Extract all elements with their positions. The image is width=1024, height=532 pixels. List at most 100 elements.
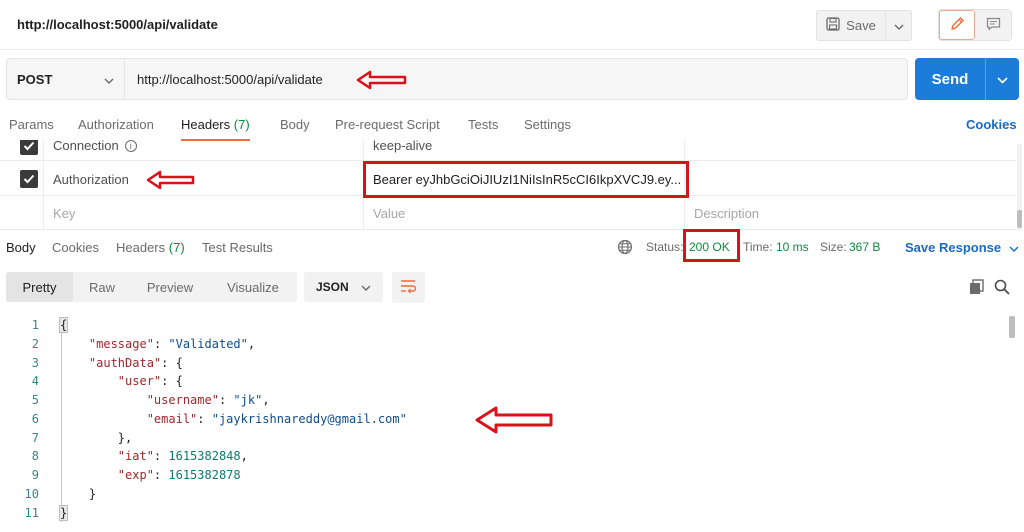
request-title[interactable]: http://localhost:5000/api/validate bbox=[17, 17, 218, 32]
value-placeholder[interactable]: Value bbox=[373, 206, 405, 221]
json-key: "exp" bbox=[117, 468, 154, 482]
tab-response-body[interactable]: Body bbox=[6, 240, 36, 255]
annotation-arrow-url bbox=[356, 70, 408, 93]
json-number: 1615382848 bbox=[168, 449, 241, 463]
headers-scrollbar-thumb[interactable] bbox=[1017, 210, 1022, 228]
time-label: Time: bbox=[743, 240, 773, 254]
annotation-box-token bbox=[363, 161, 689, 198]
send-button[interactable]: Send bbox=[915, 58, 985, 100]
response-body-code[interactable]: 1 2 3 4 5 6 7 8 9 10 11 { "message": "Va… bbox=[0, 314, 1010, 532]
view-preview-button[interactable]: Preview bbox=[131, 272, 209, 302]
tab-response-headers-label: Headers bbox=[116, 240, 166, 255]
save-dropdown-button[interactable] bbox=[886, 10, 912, 41]
description-placeholder[interactable]: Description bbox=[694, 206, 759, 221]
json-key: "message" bbox=[88, 337, 154, 351]
header-row-checkbox[interactable] bbox=[20, 140, 38, 155]
tab-response-cookies[interactable]: Cookies bbox=[52, 240, 99, 255]
code-scrollbar-thumb[interactable] bbox=[1009, 316, 1015, 338]
line-number: 7 bbox=[31, 431, 39, 445]
view-visualize-button[interactable]: Visualize bbox=[209, 272, 297, 302]
size-value[interactable]: 367 B bbox=[849, 240, 880, 254]
info-icon[interactable]: i bbox=[124, 140, 137, 152]
view-mode-segmented: Pretty Raw Preview Visualize bbox=[6, 272, 297, 302]
json-key: "authData" bbox=[88, 356, 162, 370]
code-line: "user": { bbox=[117, 374, 183, 388]
send-dropdown-button[interactable] bbox=[985, 58, 1019, 100]
tab-prerequest-script[interactable]: Pre-request Script bbox=[335, 117, 440, 132]
tab-response-headers[interactable]: Headers (7) bbox=[116, 240, 185, 255]
line-number: 4 bbox=[31, 374, 39, 388]
tab-settings[interactable]: Settings bbox=[524, 117, 571, 132]
request-tabs: Params Authorization Headers (7) Body Pr… bbox=[0, 113, 1024, 143]
key-placeholder[interactable]: Key bbox=[53, 206, 75, 221]
tab-params[interactable]: Params bbox=[9, 117, 54, 132]
line-number: 11 bbox=[24, 506, 39, 520]
header-key-authorization[interactable]: Authorization bbox=[53, 172, 129, 187]
code-line: "email": "jaykrishnareddy@gmail.com" bbox=[146, 412, 407, 426]
wrap-lines-button[interactable] bbox=[392, 272, 425, 303]
header-row-checkbox[interactable] bbox=[20, 170, 38, 188]
json-key: "email" bbox=[146, 412, 198, 426]
view-pretty-button[interactable]: Pretty bbox=[6, 272, 73, 302]
tab-headers-label: Headers bbox=[181, 117, 231, 132]
tab-tests[interactable]: Tests bbox=[468, 117, 498, 132]
tab-authorization[interactable]: Authorization bbox=[78, 117, 154, 132]
view-raw-button[interactable]: Raw bbox=[73, 272, 131, 302]
save-button[interactable]: Save bbox=[816, 10, 886, 41]
code-line: "exp": 1615382878 bbox=[117, 468, 241, 482]
tab-headers[interactable]: Headers (7) bbox=[181, 117, 250, 141]
globe-icon[interactable] bbox=[617, 239, 633, 258]
code-line: }, bbox=[60, 431, 133, 445]
language-label: JSON bbox=[316, 280, 349, 294]
tab-body[interactable]: Body bbox=[280, 117, 310, 132]
view-mode-toggle bbox=[938, 9, 1012, 41]
table-row-placeholder: Key Value Description bbox=[0, 196, 1016, 230]
chevron-down-icon bbox=[894, 18, 904, 33]
line-number: 2 bbox=[31, 337, 39, 351]
table-row: Connection i keep-alive bbox=[0, 140, 1016, 161]
header-key-text: Connection bbox=[53, 140, 119, 153]
code-line: } bbox=[60, 487, 97, 501]
edit-mode-button[interactable] bbox=[939, 10, 975, 40]
json-key: "iat" bbox=[117, 449, 154, 463]
open-brace: { bbox=[58, 317, 69, 333]
save-group: Save bbox=[816, 10, 912, 41]
comment-icon bbox=[986, 17, 1001, 34]
comments-mode-button[interactable] bbox=[975, 10, 1011, 40]
tab-headers-count: (7) bbox=[233, 117, 250, 132]
save-label: Save bbox=[846, 18, 876, 33]
header-key-connection[interactable]: Connection i bbox=[53, 140, 137, 153]
wrap-lines-icon bbox=[400, 279, 417, 296]
checkmark-icon bbox=[23, 140, 35, 154]
headers-scrollbar[interactable] bbox=[1017, 144, 1022, 230]
status-value[interactable]: 200 OK bbox=[689, 240, 730, 254]
search-icon[interactable] bbox=[994, 279, 1010, 298]
code-line: "iat": 1615382848, bbox=[117, 449, 248, 463]
close-brace: } bbox=[58, 505, 69, 521]
json-key: "user" bbox=[117, 374, 162, 388]
save-response-label: Save Response bbox=[905, 240, 1002, 255]
chevron-down-icon bbox=[104, 72, 114, 87]
json-string: "jk" bbox=[233, 393, 263, 407]
chevron-down-icon bbox=[1009, 240, 1019, 255]
language-select[interactable]: JSON bbox=[304, 272, 383, 302]
method-select[interactable]: POST bbox=[7, 59, 125, 99]
url-input[interactable]: http://localhost:5000/api/validate bbox=[125, 59, 907, 99]
cookies-link[interactable]: Cookies bbox=[966, 117, 1017, 132]
copy-icon[interactable] bbox=[969, 279, 985, 298]
code-line: } bbox=[58, 505, 69, 521]
request-header: http://localhost:5000/api/validate Save bbox=[0, 0, 1024, 50]
checkmark-icon bbox=[23, 172, 35, 187]
json-string: "jaykrishnareddy@gmail.com" bbox=[211, 412, 407, 426]
json-number: 1615382878 bbox=[168, 468, 241, 482]
header-value-connection[interactable]: keep-alive bbox=[373, 140, 432, 153]
json-key: "username" bbox=[146, 393, 219, 407]
size-label: Size: bbox=[820, 240, 847, 254]
line-number: 8 bbox=[31, 449, 39, 463]
time-value[interactable]: 10 ms bbox=[776, 240, 809, 254]
code-line: { bbox=[58, 317, 69, 333]
tab-test-results[interactable]: Test Results bbox=[202, 240, 273, 255]
response-tabs: Body Cookies Headers (7) Test Results St… bbox=[0, 232, 1024, 262]
tab-response-headers-count: (7) bbox=[168, 240, 185, 255]
save-response-button[interactable]: Save Response bbox=[905, 240, 1019, 255]
